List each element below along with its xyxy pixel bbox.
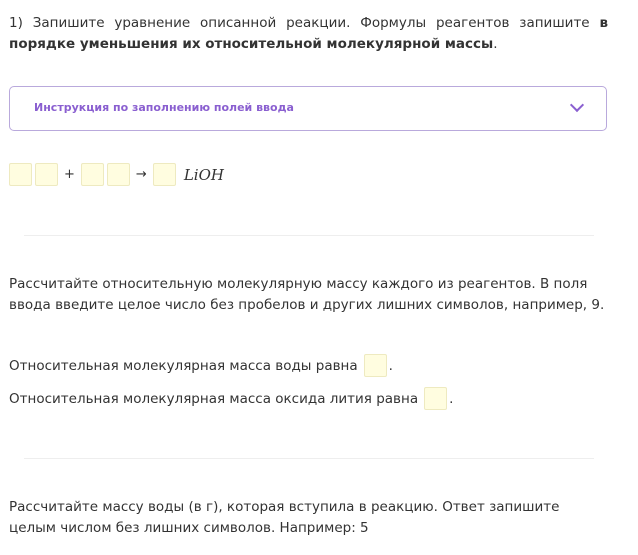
product-formula: LiOH (183, 165, 224, 184)
divider (24, 458, 594, 459)
lithium-oxide-mass-input[interactable] (424, 387, 448, 410)
question-3: Рассчитайте массу воды (в г), которая вс… (9, 499, 560, 536)
instruction-accordion[interactable]: Инструкция по заполнению полей ввода (9, 86, 607, 131)
reagent-1-formula-input[interactable] (35, 163, 58, 186)
arrow: → (135, 167, 147, 182)
lithium-oxide-mass-line: Относительная молекулярная масса оксида … (9, 387, 453, 410)
equation: + → LiOH (9, 163, 224, 186)
instruction-label: Инструкция по заполнению полей ввода (34, 101, 294, 114)
chevron-down-icon[interactable] (569, 97, 585, 113)
reagent-2-formula-input[interactable] (106, 163, 130, 186)
divider (24, 235, 594, 236)
reagent-2-coefficient-input[interactable] (80, 163, 104, 186)
question-2: Рассчитайте относительную молекулярную м… (9, 276, 605, 313)
water-mass-line: Относительная молекулярная масса воды ра… (9, 354, 393, 377)
product-coefficient-input[interactable] (152, 163, 176, 186)
reagent-1-coefficient-input[interactable] (9, 163, 32, 186)
water-mass-input[interactable] (363, 354, 387, 377)
question-1: 1) Запишите уравнение описанной реакции.… (9, 15, 608, 52)
plus-sign: + (64, 167, 75, 182)
